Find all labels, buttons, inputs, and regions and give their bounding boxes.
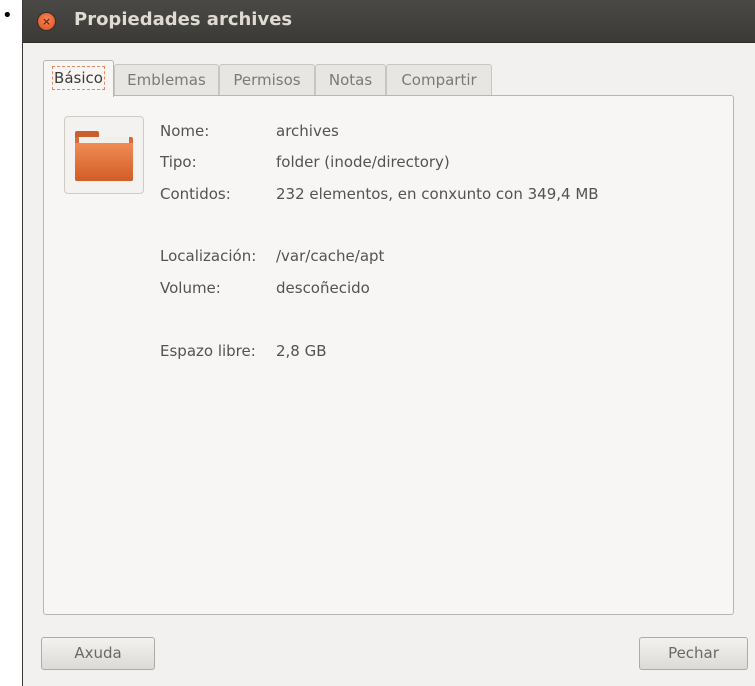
type-value: folder (inode/directory): [276, 153, 450, 171]
contents-label: Contidos:: [160, 185, 231, 203]
contents-value: 232 elementos, en conxunto con 349,4 MB: [276, 185, 599, 203]
tab-emblemas[interactable]: Emblemas: [114, 64, 219, 96]
free-space-label: Espazo libre:: [160, 342, 256, 360]
close-button[interactable]: Pechar: [639, 637, 748, 670]
name-label: Nome:: [160, 122, 210, 140]
window-title: Propiedades archives: [74, 9, 293, 30]
help-button[interactable]: Axuda: [41, 637, 155, 670]
location-value: /var/cache/apt: [276, 247, 385, 265]
properties-window: × Propiedades archives Básico Emblemas P…: [22, 0, 755, 686]
folder-icon: [64, 116, 144, 194]
close-icon: ×: [41, 15, 52, 28]
location-label: Localización:: [160, 247, 257, 265]
tab-permisos[interactable]: Permisos: [219, 64, 315, 96]
type-label: Tipo:: [160, 153, 197, 171]
volume-label: Volume:: [160, 279, 221, 297]
list-bullet: •: [2, 5, 13, 26]
name-value: archives: [276, 122, 339, 140]
basic-tab-panel: Nome: archives Tipo: folder (inode/direc…: [43, 95, 734, 615]
tab-compartir[interactable]: Compartir: [386, 64, 492, 96]
volume-value: descoñecido: [276, 279, 370, 297]
free-space-value: 2,8 GB: [276, 342, 327, 360]
title-bar: × Propiedades archives: [23, 0, 755, 43]
tab-basico[interactable]: Básico: [43, 60, 114, 97]
close-window-button[interactable]: ×: [38, 13, 55, 30]
tab-notas[interactable]: Notas: [315, 64, 386, 96]
